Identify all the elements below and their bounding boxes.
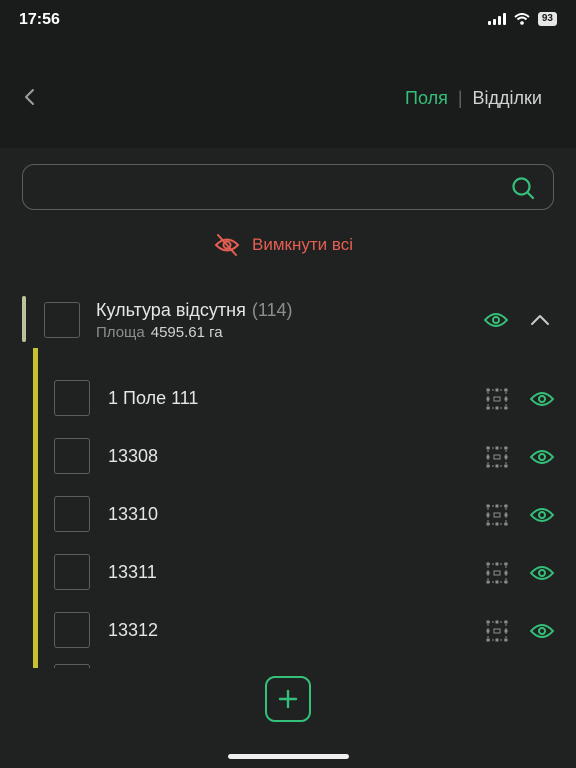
group-visibility-eye-icon[interactable] bbox=[484, 312, 508, 328]
field-visibility-eye-icon[interactable] bbox=[530, 391, 554, 407]
group-title: Культура відсутня (114) bbox=[96, 300, 293, 321]
search-icon[interactable] bbox=[511, 176, 535, 200]
polygon-edit-icon[interactable] bbox=[485, 503, 509, 527]
field-row[interactable]: 13311 bbox=[0, 544, 576, 602]
back-icon[interactable] bbox=[18, 85, 42, 109]
app-header: Поля | Відділки bbox=[0, 40, 576, 148]
field-checkbox[interactable] bbox=[54, 554, 90, 590]
field-row[interactable]: 13308 bbox=[0, 428, 576, 486]
field-name: 1 Поле 111 bbox=[108, 388, 199, 408]
home-indicator bbox=[228, 754, 349, 759]
eye-off-icon bbox=[214, 234, 240, 256]
tab-fields[interactable]: Поля bbox=[405, 88, 448, 109]
group-checkbox[interactable] bbox=[44, 302, 80, 338]
field-row[interactable]: 13310 bbox=[0, 486, 576, 544]
field-row-partial[interactable] bbox=[0, 660, 576, 668]
polygon-edit-icon[interactable] bbox=[485, 561, 509, 585]
tab-divider: | bbox=[457, 88, 463, 108]
field-checkbox[interactable] bbox=[54, 496, 90, 532]
group-area: Площа 4595.61 га bbox=[96, 324, 223, 341]
field-visibility-eye-icon[interactable] bbox=[530, 565, 554, 581]
disable-all-button[interactable]: Вимкнути всі bbox=[214, 232, 353, 258]
field-name: 13311 bbox=[108, 562, 157, 582]
group-marker bbox=[22, 296, 26, 342]
field-checkbox[interactable] bbox=[54, 612, 90, 648]
polygon-edit-icon[interactable] bbox=[485, 387, 509, 411]
area-label: Площа bbox=[96, 324, 145, 341]
group-count: (114) bbox=[251, 300, 293, 320]
field-list: 1 Поле 111 13308 13310 13311 13312 bbox=[0, 360, 576, 668]
status-icons: 93 bbox=[487, 12, 557, 26]
field-visibility-eye-icon[interactable] bbox=[530, 507, 554, 523]
group-title-text: Культура відсутня bbox=[96, 300, 246, 320]
polygon-edit-icon[interactable] bbox=[485, 445, 509, 469]
field-name: 13310 bbox=[108, 504, 159, 524]
status-bar: 17:56 93 bbox=[0, 0, 576, 40]
field-name: 13312 bbox=[108, 620, 159, 640]
field-checkbox[interactable] bbox=[54, 438, 90, 474]
field-row[interactable]: 13312 bbox=[0, 602, 576, 660]
search-input[interactable] bbox=[37, 175, 497, 199]
field-checkbox[interactable] bbox=[54, 380, 90, 416]
status-time: 17:56 bbox=[19, 11, 60, 28]
collapse-chevron-up-icon[interactable] bbox=[530, 314, 550, 326]
tab-sections[interactable]: Відділки bbox=[473, 88, 542, 109]
cellular-signal-icon bbox=[487, 13, 506, 25]
add-field-button[interactable] bbox=[265, 676, 311, 722]
field-name: 13308 bbox=[108, 446, 159, 466]
search-box bbox=[22, 164, 554, 210]
crop-group-header: Культура відсутня (114) Площа 4595.61 га bbox=[0, 292, 576, 348]
field-visibility-eye-icon[interactable] bbox=[530, 623, 554, 639]
field-checkbox[interactable] bbox=[54, 664, 90, 668]
wifi-icon bbox=[514, 13, 530, 25]
field-visibility-eye-icon[interactable] bbox=[530, 449, 554, 465]
disable-all-label: Вимкнути всі bbox=[252, 235, 353, 254]
battery-indicator: 93 bbox=[537, 12, 557, 26]
field-row[interactable]: 1 Поле 111 bbox=[0, 370, 576, 428]
area-value: 4595.61 га bbox=[150, 324, 223, 341]
plus-icon bbox=[278, 689, 298, 709]
view-switch: Поля | Відділки bbox=[405, 88, 542, 109]
polygon-edit-icon[interactable] bbox=[485, 619, 509, 643]
